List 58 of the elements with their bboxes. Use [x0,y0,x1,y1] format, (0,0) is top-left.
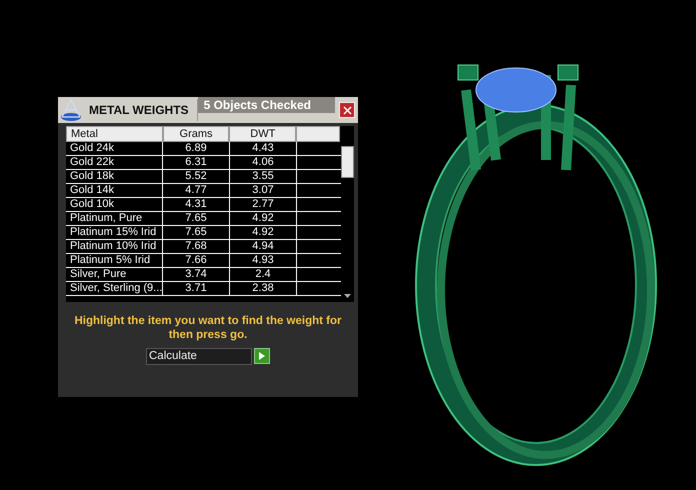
table-cell: Platinum, Pure [66,212,163,225]
table-cell: 5.52 [163,170,230,183]
table-cell: Gold 18k [66,170,163,183]
table-cell: 2.38 [230,282,297,295]
table-cell: Gold 22k [66,156,163,169]
table-row[interactable]: Silver, Sterling (9... 3.71 2.38 [66,282,341,296]
table-cell: 4.77 [163,184,230,197]
table-cell: 3.55 [230,170,297,183]
play-icon [259,352,265,360]
action-field[interactable]: Calculate [146,348,252,365]
table-cell: 4.43 [230,142,297,155]
table-cell: 7.65 [163,212,230,225]
table-row[interactable]: Platinum 5% Irid 7.66 4.93 [66,254,341,268]
table-row[interactable]: Silver, Pure 3.74 2.4 [66,268,341,282]
cone-logo-icon [59,98,83,122]
column-header[interactable]: Metal [66,126,163,142]
table-cell: 4.94 [230,240,297,253]
table-cell: 3.74 [163,268,230,281]
table-cell: Silver, Sterling (9... [66,282,163,295]
table-row[interactable]: Gold 24k 6.89 4.43 [66,142,341,156]
table-cell: Silver, Pure [66,268,163,281]
table-row[interactable]: Gold 14k 4.77 3.07 [66,184,341,198]
table-row[interactable]: Gold 10k 4.31 2.77 [66,198,341,212]
down-arrow-icon[interactable] [344,294,351,298]
table-cell: 6.89 [163,142,230,155]
table-cell: Gold 24k [66,142,163,155]
table-cell: Platinum 10% Irid [66,240,163,253]
table-cell: Gold 10k [66,198,163,211]
table-cell: Platinum 5% Irid [66,254,163,267]
table-cell: 2.4 [230,268,297,281]
table-row[interactable]: Gold 22k 6.31 4.06 [66,156,341,170]
table-row[interactable]: Platinum 15% Irid 7.65 4.92 [66,226,341,240]
table-row[interactable]: Platinum 10% Irid 7.68 4.94 [66,240,341,254]
table-cell: 7.65 [163,226,230,239]
table-cell: 4.06 [230,156,297,169]
table-cell: 6.31 [163,156,230,169]
table-cell: Gold 14k [66,184,163,197]
scroll-thumb[interactable] [341,146,354,178]
close-button[interactable] [339,102,355,118]
table-row[interactable]: Platinum, Pure 7.65 4.92 [66,212,341,226]
table-cell: 4.92 [230,226,297,239]
table-cell: 3.07 [230,184,297,197]
go-button[interactable] [254,348,270,364]
table-cell: 4.92 [230,212,297,225]
table-cell: 4.31 [163,198,230,211]
column-header [296,126,340,142]
column-header[interactable]: Grams [162,126,230,142]
table-cell: 7.68 [163,240,230,253]
table-cell: 3.71 [163,282,230,295]
table-row[interactable]: Gold 18k 5.52 3.55 [66,170,341,184]
table-cell: 4.93 [230,254,297,267]
column-header[interactable]: DWT [229,126,296,142]
objects-status: 5 Objects Checked [198,97,335,113]
close-icon [342,106,352,114]
table-cell: 7.66 [163,254,230,267]
table-cell: 2.77 [230,198,297,211]
instruction-text: Highlight the item you want to find the weight for then press go. [73,314,343,342]
table-cell: Platinum 15% Irid [66,226,163,239]
